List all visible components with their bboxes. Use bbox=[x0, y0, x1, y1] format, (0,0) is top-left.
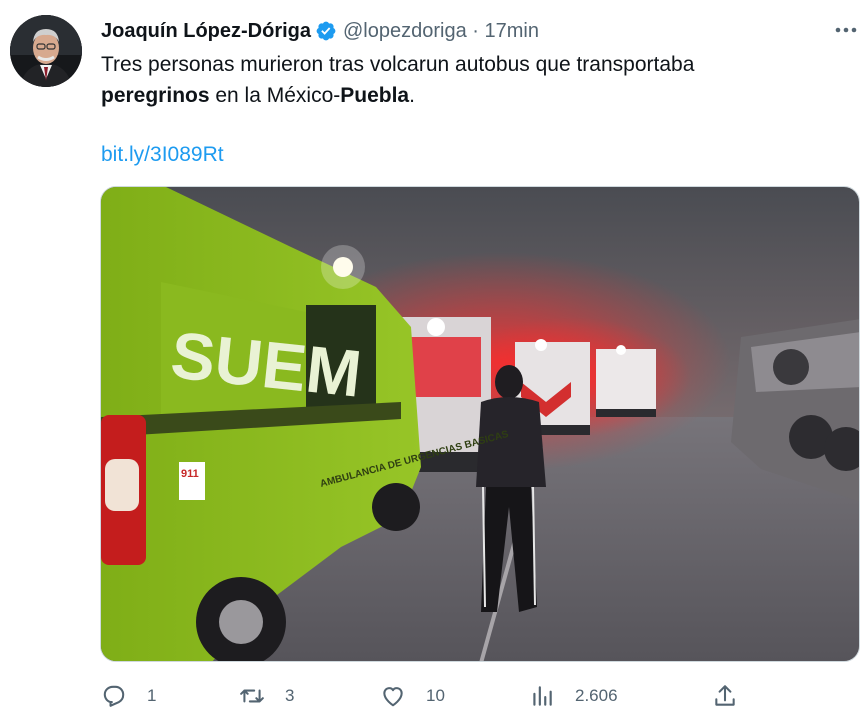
accident-scene-photo: SUEM 911 AMBULANCIA DE URGENCIAS BASICAS bbox=[101, 187, 859, 661]
ambulance-far-3 bbox=[596, 345, 656, 417]
tweet-actions: 1 3 10 2.606 bbox=[101, 676, 841, 716]
tweet-text-bold-peregrinos: peregrinos bbox=[101, 84, 210, 107]
author-name[interactable]: Joaquín López-Dóriga bbox=[101, 20, 311, 43]
views-button[interactable]: 2.606 bbox=[529, 676, 618, 716]
heart-icon bbox=[383, 687, 403, 707]
reply-button[interactable]: 1 bbox=[101, 676, 156, 716]
like-button[interactable]: 10 bbox=[380, 676, 445, 716]
reply-count: 1 bbox=[147, 686, 157, 705]
views-count: 2.606 bbox=[575, 686, 618, 705]
verified-badge-icon bbox=[316, 21, 336, 41]
reply-icon bbox=[103, 685, 125, 707]
tweet-text-bold-puebla: Puebla bbox=[340, 84, 410, 107]
views-chart-icon bbox=[533, 686, 552, 706]
retweet-button[interactable]: 3 bbox=[239, 676, 294, 716]
retweet-count: 3 bbox=[285, 686, 295, 705]
van-badge-text: 911 bbox=[181, 468, 199, 480]
retweet-icon bbox=[240, 689, 264, 703]
avatar[interactable] bbox=[10, 15, 82, 87]
tweet-link[interactable]: bit.ly/3I089Rt bbox=[101, 139, 224, 170]
more-dots-icon[interactable] bbox=[831, 17, 861, 43]
tweet-text-mid: en la México- bbox=[209, 84, 341, 107]
tweet-text-line1: Tres personas murieron tras volcarun aut… bbox=[101, 53, 695, 76]
share-icon bbox=[715, 685, 735, 706]
like-count: 10 bbox=[426, 686, 445, 705]
tweet-header: Joaquín López-Dóriga @lopezdoriga · 17mi… bbox=[101, 17, 539, 45]
tweet-text-end: . bbox=[409, 84, 415, 107]
share-button[interactable] bbox=[712, 676, 738, 716]
handle-and-time[interactable]: @lopezdoriga · 17min bbox=[343, 20, 539, 43]
tweet-text: Tres personas murieron tras volcarun aut… bbox=[101, 49, 841, 111]
avatar-image bbox=[10, 15, 82, 87]
tweet-photo[interactable]: SUEM 911 AMBULANCIA DE URGENCIAS BASICAS bbox=[100, 186, 860, 662]
